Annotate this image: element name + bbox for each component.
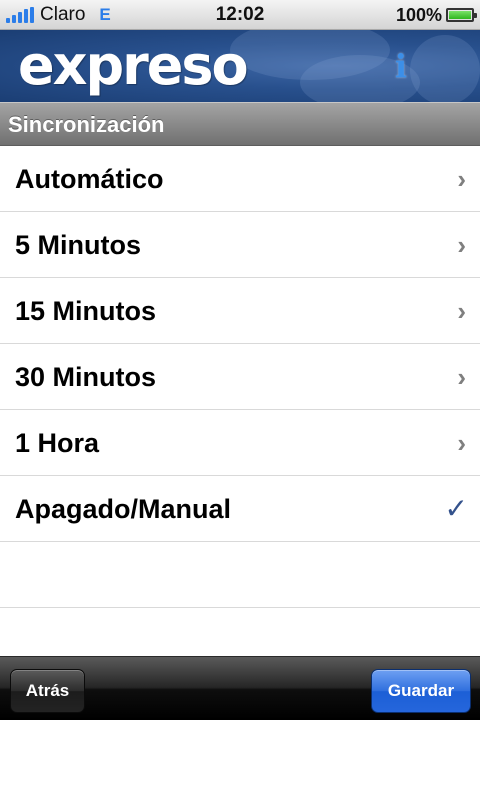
info-icon[interactable]: i (386, 48, 416, 84)
save-button[interactable]: Guardar (371, 669, 471, 713)
header-banner: expreso i (0, 30, 480, 102)
status-right: 100% (395, 0, 477, 30)
back-button[interactable]: Atrás (10, 669, 85, 713)
bottom-toolbar: Atrás Guardar (0, 656, 480, 720)
chevron-right-icon: › (457, 164, 466, 194)
option-label: 15 Minutos (15, 296, 157, 326)
sync-option-automatico[interactable]: Automático › (0, 146, 480, 212)
sync-option-30-minutos[interactable]: 30 Minutos › (0, 344, 480, 410)
option-label: 5 Minutos (15, 230, 141, 260)
section-header: Sincronización (0, 102, 480, 146)
checkmark-icon: ✓ (444, 493, 468, 524)
option-label: 1 Hora (15, 428, 100, 458)
sync-option-15-minutos[interactable]: 15 Minutos › (0, 278, 480, 344)
chevron-right-icon: › (457, 296, 466, 326)
option-label: Automático (15, 164, 164, 194)
option-label: Apagado/Manual (15, 494, 232, 524)
battery-level-fill (449, 11, 471, 19)
battery-icon (446, 8, 477, 22)
sync-options-list: Automático › 5 Minutos › 15 Minutos › 30… (0, 146, 480, 608)
battery-percentage: 100% (395, 4, 442, 25)
chevron-right-icon: › (457, 362, 466, 392)
section-title: Sincronización (8, 112, 165, 137)
chevron-right-icon: › (457, 230, 466, 260)
world-map-decoration (410, 35, 480, 102)
empty-row (0, 542, 480, 608)
sync-option-1-hora[interactable]: 1 Hora › (0, 410, 480, 476)
option-label: 30 Minutos (15, 362, 157, 392)
status-bar: Claro E 12:02 100% (0, 0, 480, 30)
sync-option-apagado-manual[interactable]: Apagado/Manual ✓ (0, 476, 480, 542)
expreso-logo: expreso (18, 34, 249, 97)
chevron-right-icon: › (457, 428, 466, 458)
sync-option-5-minutos[interactable]: 5 Minutos › (0, 212, 480, 278)
